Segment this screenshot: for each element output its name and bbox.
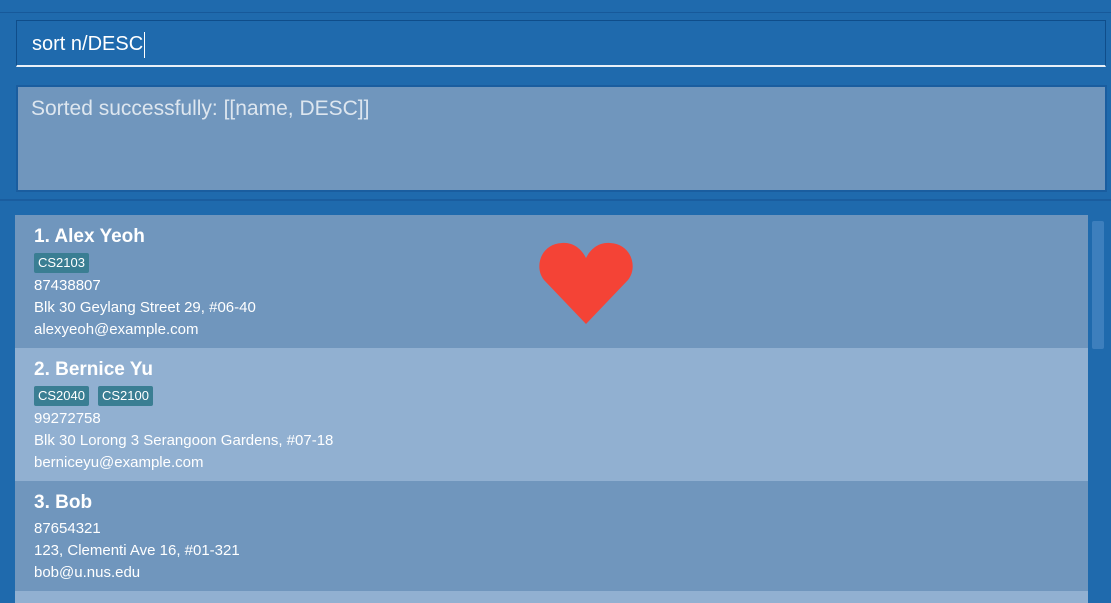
- tag-list: CS2103: [34, 253, 89, 273]
- text-caret: [144, 31, 146, 58]
- result-display[interactable]: Sorted successfully: [[name, DESC]]: [16, 85, 1107, 192]
- person-address: Blk 30 Geylang Street 29, #06-40: [34, 299, 256, 316]
- person-card-2[interactable]: 2. Bernice Yu CS2040 CS2100 99272758 Blk…: [15, 348, 1088, 481]
- person-phone: 99272758: [34, 410, 101, 427]
- command-input[interactable]: sort n/DESC: [17, 21, 1105, 65]
- result-message: Sorted successfully: [[name, DESC]]: [31, 97, 370, 120]
- tag: CS2040: [34, 386, 89, 406]
- tag: CS2103: [34, 253, 89, 273]
- person-email: bob@u.nus.edu: [34, 564, 141, 581]
- tag-list: CS2040 CS2100: [34, 386, 153, 406]
- person-email: alexyeoh@example.com: [34, 321, 199, 338]
- person-name: 1. Alex Yeoh: [34, 226, 145, 247]
- command-box[interactable]: sort n/DESC: [16, 20, 1106, 67]
- divider: [0, 199, 1111, 201]
- person-name: 2. Bernice Yu: [34, 359, 153, 380]
- top-strip: [0, 0, 1111, 13]
- person-card-4-partial[interactable]: [15, 591, 1088, 603]
- tag: CS2100: [97, 386, 153, 406]
- person-address: Blk 30 Lorong 3 Serangoon Gardens, #07-1…: [34, 432, 334, 449]
- person-phone: 87438807: [34, 277, 101, 294]
- command-text: sort n/DESC: [32, 33, 144, 55]
- person-card-3[interactable]: 3. Bob 87654321 123, Clementi Ave 16, #0…: [15, 481, 1088, 591]
- person-address: 123, Clementi Ave 16, #01-321: [34, 542, 240, 559]
- scrollbar-thumb[interactable]: [1092, 221, 1104, 349]
- person-name: 3. Bob: [34, 492, 93, 513]
- person-phone: 87654321: [34, 520, 101, 537]
- list-scrollbar[interactable]: [1088, 215, 1111, 603]
- heart-icon: [539, 242, 633, 324]
- person-email: berniceyu@example.com: [34, 454, 204, 471]
